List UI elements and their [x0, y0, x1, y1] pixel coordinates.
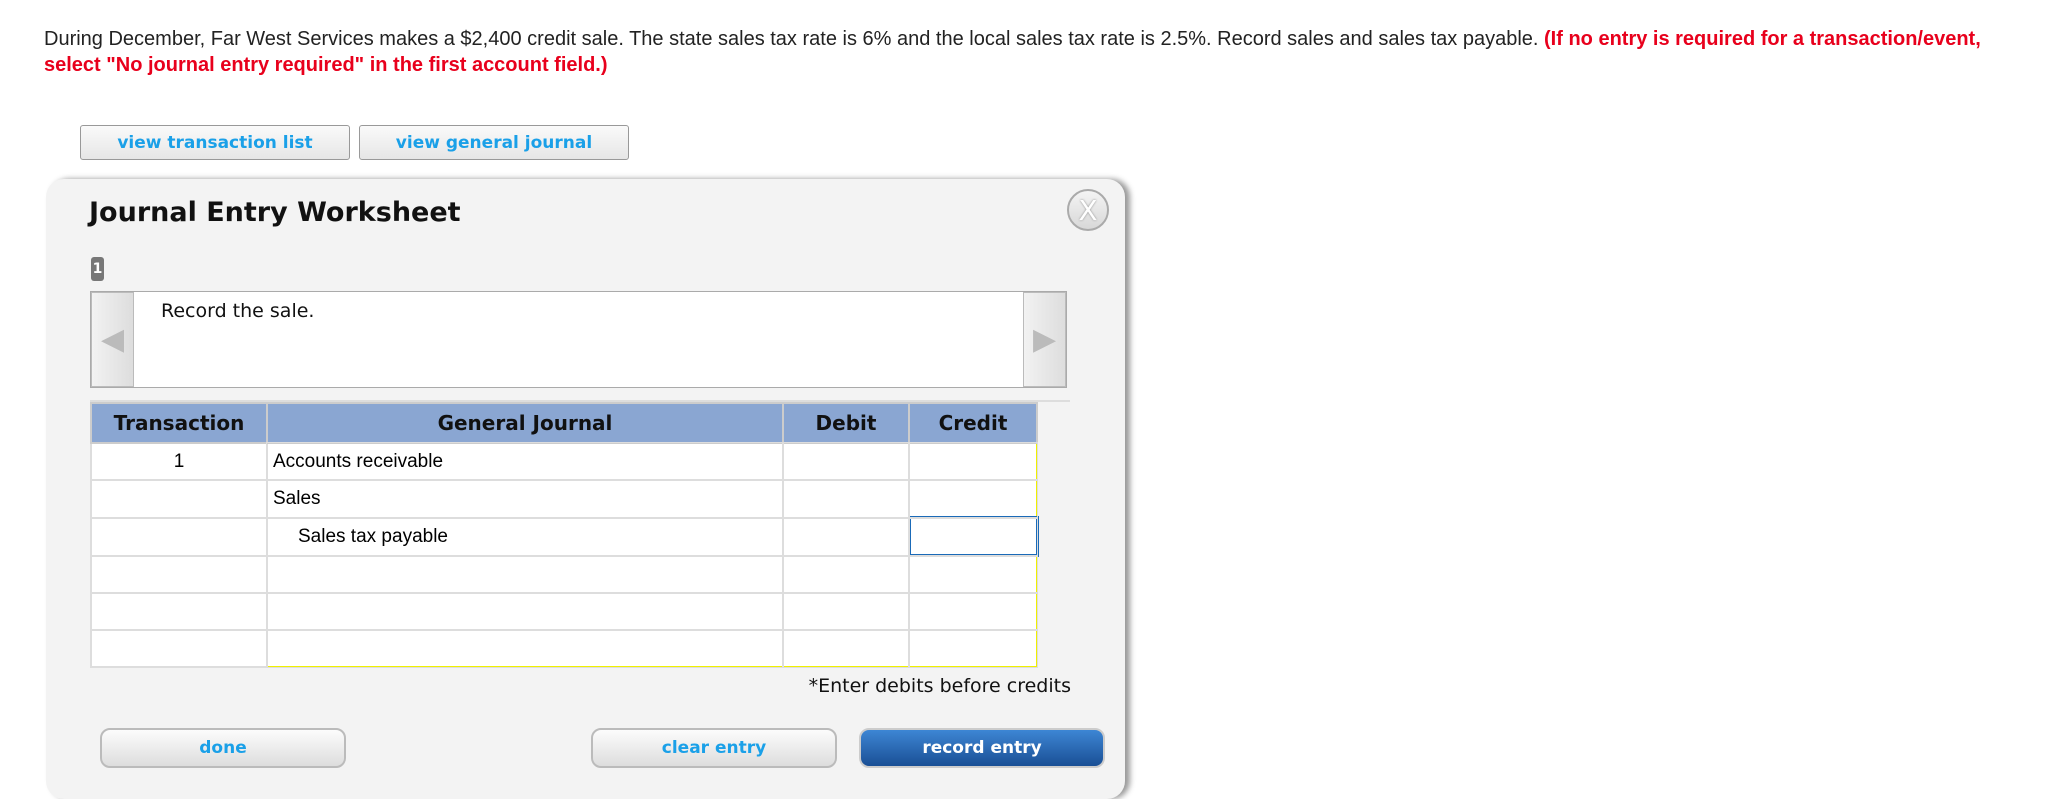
- table-row: 1 Accounts receivable: [90, 442, 1038, 481]
- entry-description: Record the sale.: [161, 300, 315, 322]
- header-transaction: Transaction: [90, 402, 268, 444]
- table-header: Transaction General Journal Debit Credit: [90, 402, 1038, 444]
- record-entry-button[interactable]: record entry: [859, 728, 1105, 768]
- view-general-journal-button[interactable]: view general journal: [359, 125, 629, 160]
- table-row: Sales tax payable: [90, 516, 1039, 557]
- header-debit: Debit: [782, 402, 910, 444]
- close-button[interactable]: X: [1067, 189, 1109, 231]
- worksheet-title: Journal Entry Worksheet: [89, 197, 461, 228]
- debit-field[interactable]: [782, 629, 910, 668]
- account-field[interactable]: [266, 592, 784, 631]
- debit-field[interactable]: [782, 592, 910, 631]
- debit-field[interactable]: [782, 516, 910, 557]
- transaction-cell: [90, 629, 268, 668]
- journal-table: Transaction General Journal Debit Credit…: [90, 402, 1039, 668]
- step-badge[interactable]: 1: [91, 257, 104, 281]
- debits-note: *Enter debits before credits: [808, 675, 1071, 697]
- question-body: During December, Far West Services makes…: [44, 28, 1539, 50]
- header-general-journal: General Journal: [266, 402, 784, 444]
- credit-field[interactable]: [908, 592, 1038, 631]
- entry-description-box: ◀ Record the sale. ▶: [90, 291, 1067, 388]
- prev-arrow-icon[interactable]: ◀: [91, 292, 134, 387]
- credit-field[interactable]: [908, 442, 1038, 481]
- table-row: [90, 554, 1038, 594]
- debit-field[interactable]: [782, 479, 910, 519]
- transaction-cell: [90, 479, 268, 519]
- credit-field[interactable]: [908, 479, 1038, 519]
- account-field[interactable]: Sales tax payable: [266, 516, 784, 557]
- account-field[interactable]: [266, 554, 784, 594]
- table-row: [90, 629, 1038, 668]
- transaction-cell: [90, 554, 268, 594]
- journal-entry-worksheet: Journal Entry Worksheet X 1 ◀ Record the…: [46, 179, 1125, 799]
- credit-field[interactable]: [908, 629, 1038, 668]
- debit-field[interactable]: [782, 442, 910, 481]
- account-field[interactable]: Sales: [266, 479, 784, 519]
- done-button[interactable]: done: [100, 728, 346, 768]
- table-row: Sales: [90, 479, 1038, 519]
- transaction-cell: [90, 516, 268, 557]
- credit-field[interactable]: [908, 554, 1038, 594]
- clear-entry-button[interactable]: clear entry: [591, 728, 837, 768]
- account-field[interactable]: Accounts receivable: [266, 442, 784, 481]
- table-row: [90, 592, 1038, 631]
- next-arrow-icon[interactable]: ▶: [1023, 292, 1066, 387]
- transaction-cell: [90, 592, 268, 631]
- debit-field[interactable]: [782, 554, 910, 594]
- header-credit: Credit: [908, 402, 1038, 444]
- transaction-cell: 1: [90, 442, 268, 481]
- view-transaction-list-button[interactable]: view transaction list: [80, 125, 350, 160]
- question-text: During December, Far West Services makes…: [44, 26, 2004, 78]
- credit-field[interactable]: [907, 516, 1039, 557]
- account-field[interactable]: [266, 629, 784, 668]
